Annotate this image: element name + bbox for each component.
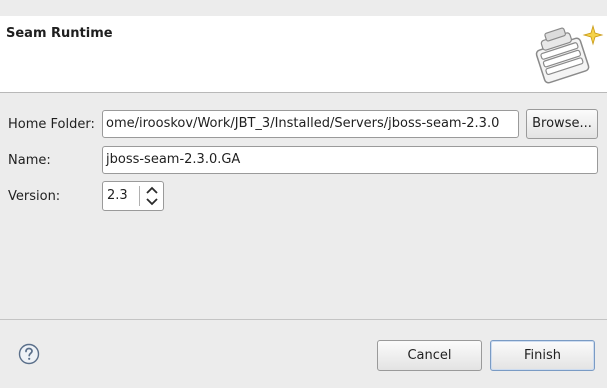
cancel-button[interactable]: Cancel	[377, 340, 482, 371]
spinner-arrows-icon[interactable]	[141, 184, 163, 208]
version-spinner[interactable]: 2.3	[102, 181, 164, 211]
name-input[interactable]: jboss-seam-2.3.0.GA	[102, 146, 598, 174]
home-folder-label: Home Folder:	[8, 117, 95, 132]
seam-runtime-wizard-icon	[535, 24, 604, 84]
finish-button[interactable]: Finish	[490, 340, 595, 371]
wizard-banner: Seam Runtime	[0, 16, 607, 93]
window-top-strip	[0, 0, 607, 16]
name-label: Name:	[8, 153, 51, 168]
banner-title: Seam Runtime	[6, 26, 113, 41]
home-folder-input[interactable]: ome/irooskov/Work/JBT_3/Installed/Server…	[102, 110, 519, 138]
browse-button[interactable]: Browse...	[526, 109, 598, 139]
version-label: Version:	[8, 189, 61, 204]
spinner-separator	[139, 186, 140, 206]
version-value: 2.3	[107, 188, 128, 203]
help-icon[interactable]	[18, 343, 40, 365]
footer-divider	[0, 319, 607, 320]
